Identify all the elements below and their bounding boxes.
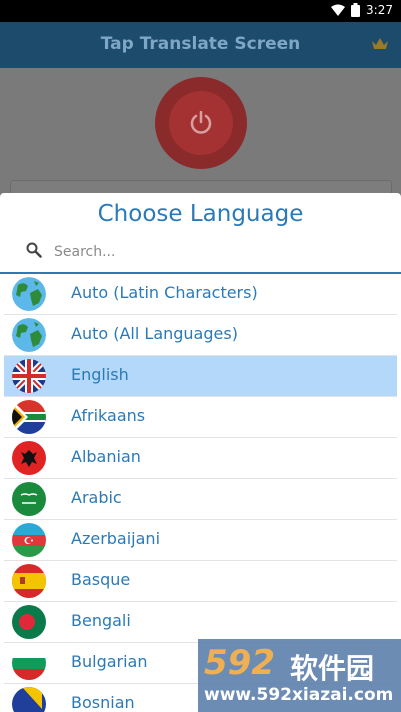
search-input[interactable] — [54, 241, 374, 263]
saudi-flag-icon — [12, 482, 46, 516]
language-item[interactable]: Arabic — [4, 479, 397, 520]
crown-icon[interactable] — [371, 36, 389, 55]
language-label: Bulgarian — [71, 652, 148, 671]
battery-icon — [351, 3, 361, 17]
bulgaria-flag-icon — [12, 646, 46, 680]
app-bar: Tap Translate Screen — [0, 22, 401, 68]
globe-icon — [12, 277, 46, 311]
language-label: Azerbaijani — [71, 529, 161, 548]
search-row — [0, 235, 401, 271]
status-bar: 3:27 — [0, 0, 401, 22]
language-item[interactable]: Basque — [4, 561, 397, 602]
azerbaijan-flag-icon — [12, 523, 46, 557]
language-label: Albanian — [71, 447, 141, 466]
language-item[interactable]: Auto (Latin Characters) — [4, 274, 397, 315]
watermark-logo: 592 — [204, 643, 275, 683]
dialog-title: Choose Language — [97, 201, 304, 227]
power-button[interactable] — [155, 77, 247, 169]
language-label: English — [71, 365, 129, 384]
language-label: Auto (Latin Characters) — [71, 283, 258, 302]
language-item[interactable]: Auto (All Languages) — [4, 315, 397, 356]
language-item[interactable]: Afrikaans — [4, 397, 397, 438]
globe-icon — [12, 318, 46, 352]
watermark-cn-text: 软件园 — [290, 652, 375, 685]
language-label: Bengali — [71, 611, 131, 630]
search-icon — [26, 242, 42, 262]
language-label: Bosnian — [71, 693, 135, 712]
watermark: 592 软件园 www.592xiazai.com — [198, 639, 401, 712]
app-title: Tap Translate Screen — [100, 34, 301, 54]
language-dialog: Choose Language Auto (Latin Characters) … — [0, 193, 401, 712]
language-label: Basque — [71, 570, 131, 589]
watermark-url: www.592xiazai.com — [204, 685, 394, 705]
south-africa-flag-icon — [12, 400, 46, 434]
language-item[interactable]: Albanian — [4, 438, 397, 479]
language-label: Auto (All Languages) — [71, 324, 238, 343]
power-icon — [190, 111, 212, 134]
language-item[interactable]: Bengali — [4, 602, 397, 643]
language-item[interactable]: Azerbaijani — [4, 520, 397, 561]
bangladesh-flag-icon — [12, 605, 46, 639]
spain-flag-icon — [12, 564, 46, 598]
bosnia-flag-icon — [12, 687, 46, 712]
uk-flag-icon — [12, 359, 46, 393]
wifi-icon — [331, 4, 346, 16]
clock: 3:27 — [366, 3, 393, 17]
language-label: Arabic — [71, 488, 122, 507]
language-label: Afrikaans — [71, 406, 146, 425]
albania-flag-icon — [12, 441, 46, 475]
language-item-selected[interactable]: English — [4, 356, 397, 397]
